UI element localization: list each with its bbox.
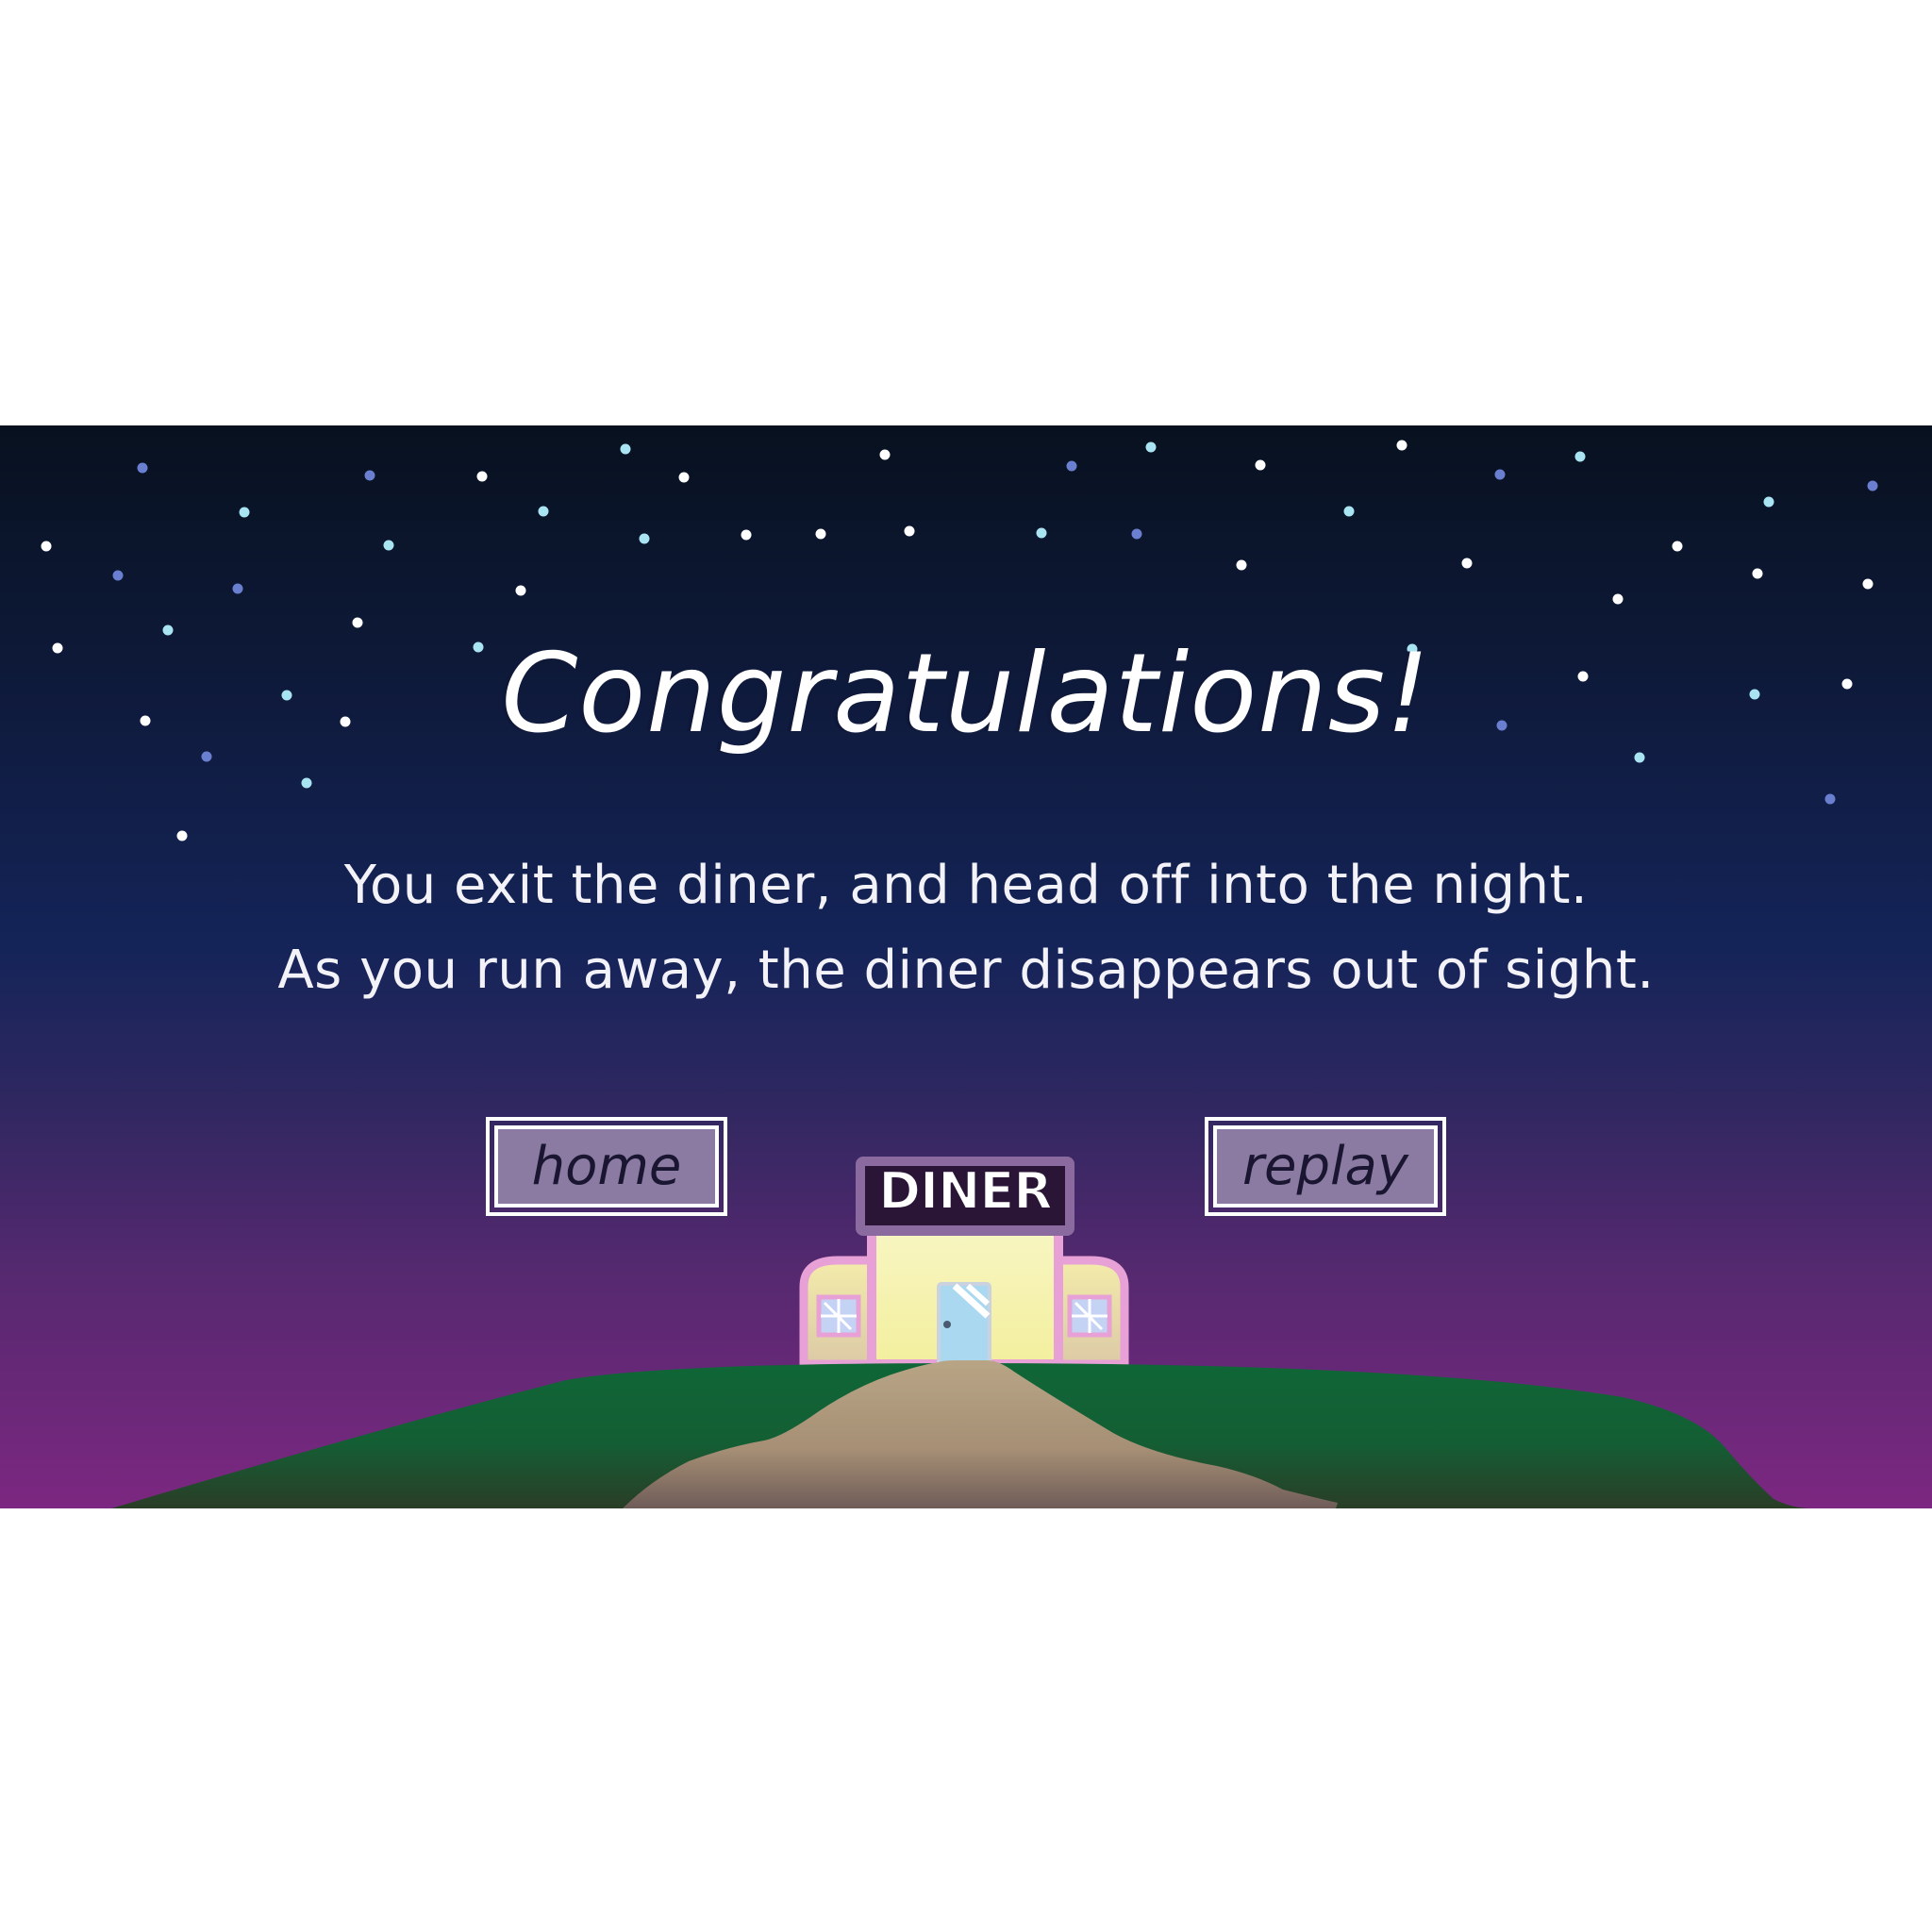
landscape-illustration <box>111 1157 1811 1508</box>
diner-window-right <box>1067 1294 1112 1338</box>
game-scene: Congratulations! You exit the diner, and… <box>0 425 1932 1508</box>
diner-sign-text: DINER <box>877 1160 1054 1222</box>
home-button[interactable]: home <box>486 1117 727 1216</box>
diner-window-left <box>816 1294 861 1338</box>
diner-door <box>937 1282 991 1367</box>
replay-button-label[interactable]: replay <box>1213 1125 1438 1208</box>
replay-button[interactable]: replay <box>1205 1117 1446 1216</box>
home-button-label[interactable]: home <box>494 1125 719 1208</box>
